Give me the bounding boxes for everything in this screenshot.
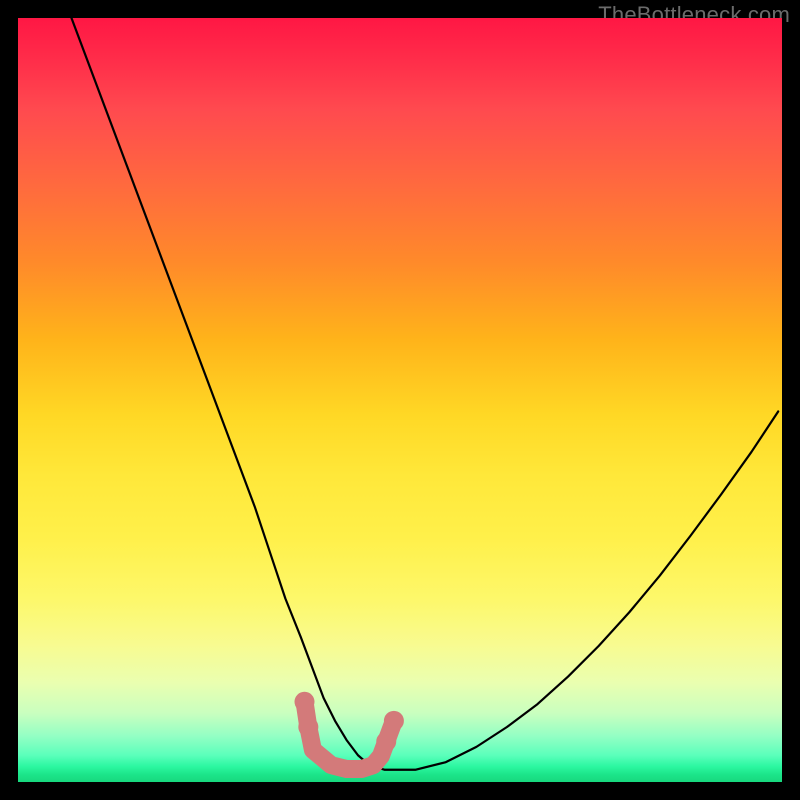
chart-gradient-background xyxy=(18,18,782,782)
chart-frame xyxy=(18,18,782,782)
